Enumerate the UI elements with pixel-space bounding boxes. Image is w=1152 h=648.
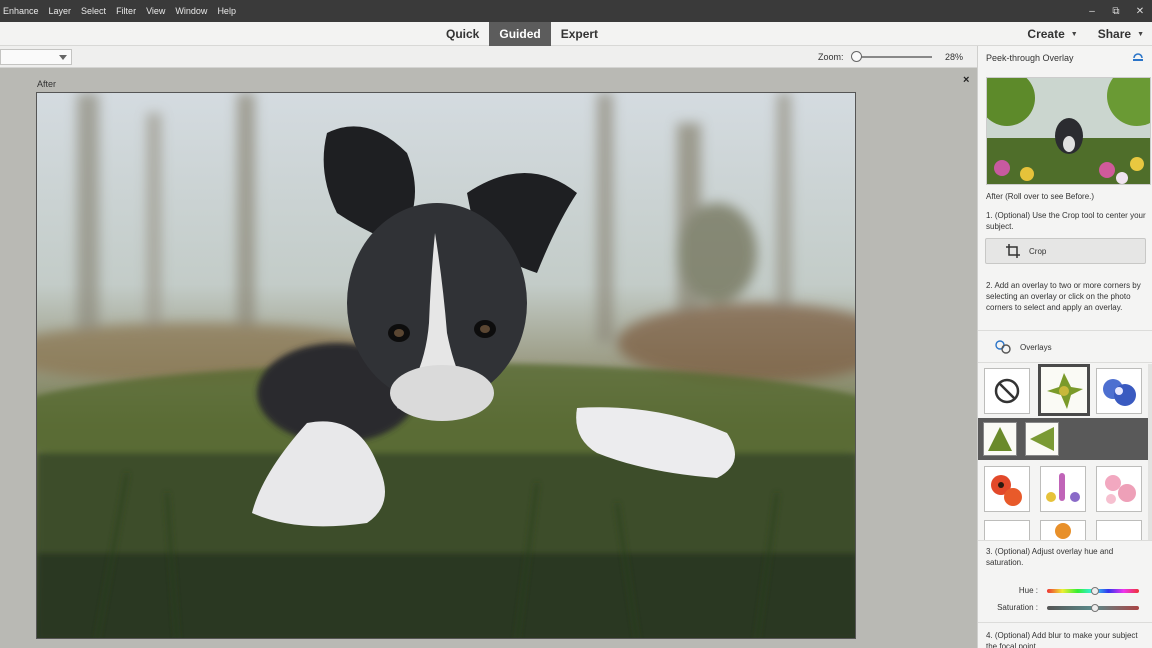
mode-tabs: Quick Guided Expert [436, 22, 608, 46]
restore-icon[interactable]: ⧉ [1104, 0, 1128, 22]
overlay-variant-1[interactable] [983, 422, 1017, 456]
saturation-slider-handle[interactable] [1090, 604, 1099, 612]
minimize-icon[interactable]: – [1080, 0, 1104, 22]
share-button[interactable]: Share ▼ [1086, 27, 1152, 41]
leaf-variant-icon [984, 423, 1016, 455]
mode-bar: Quick Guided Expert Create ▼ Share ▼ [0, 22, 1152, 46]
menu-window[interactable]: Window [172, 6, 214, 16]
step-1-text: 1. (Optional) Use the Crop tool to cente… [986, 211, 1146, 231]
poppies-overlay-icon [991, 475, 1022, 506]
crop-icon [1006, 244, 1020, 258]
menu-view[interactable]: View [143, 6, 172, 16]
view-label: After [37, 79, 57, 89]
zoom-slider-track[interactable] [852, 56, 932, 58]
overlay-preview-thumbnail [987, 78, 1150, 184]
menu-layer[interactable]: Layer [46, 6, 79, 16]
menu-help[interactable]: Help [214, 6, 243, 16]
chevron-down-icon: ▼ [1137, 30, 1144, 38]
zoom-label: Zoom: [818, 52, 844, 62]
create-label: Create [1027, 27, 1065, 41]
overlays-icon [995, 340, 1011, 354]
overlay-variants-row [978, 418, 1148, 460]
view-dropdown[interactable] [0, 49, 72, 65]
overlay-partial-2[interactable] [1040, 520, 1086, 540]
create-button[interactable]: Create ▼ [1015, 27, 1085, 41]
divider [978, 330, 1152, 331]
overlay-variant-2[interactable] [1025, 422, 1059, 456]
menu-items: Enhance Layer Select Filter View Window … [0, 0, 243, 22]
panel-title: Peek-through Overlay [986, 53, 1074, 63]
overlay-wildflowers[interactable] [1040, 466, 1086, 512]
menu-bar: Enhance Layer Select Filter View Window … [0, 0, 1152, 22]
menu-select[interactable]: Select [78, 6, 113, 16]
guided-panel: Peek-through Overlay After (Roll over to… [977, 46, 1152, 648]
window-controls: – ⧉ ✕ [1080, 0, 1152, 22]
close-icon[interactable]: × [963, 74, 969, 86]
overlays-label: Overlays [1020, 342, 1052, 352]
overlay-leaves[interactable] [1038, 364, 1090, 416]
leaves-overlay-icon [1041, 367, 1087, 413]
preview-image[interactable] [986, 77, 1151, 185]
options-bar: Zoom: 28% [0, 46, 977, 68]
wildflowers-overlay-icon [1046, 473, 1080, 502]
menu-enhance[interactable]: Enhance [0, 6, 46, 16]
dropdown-arrow-icon [59, 55, 67, 60]
zoom-value: 28% [945, 52, 964, 62]
leaf-variant-icon [1026, 423, 1058, 455]
step-3-text: 3. (Optional) Adjust overlay hue and sat… [986, 547, 1114, 567]
hue-label: Hue : [1018, 586, 1038, 595]
preview-caption: After (Roll over to see Before.) [986, 192, 1095, 201]
hue-slider-handle[interactable] [1090, 587, 1099, 595]
reset-icon[interactable] [1132, 51, 1144, 63]
close-window-icon[interactable]: ✕ [1128, 0, 1152, 22]
chevron-down-icon: ▼ [1070, 30, 1078, 38]
crop-button[interactable]: Crop [985, 238, 1146, 264]
orange-flower-overlay-icon [1055, 523, 1071, 539]
saturation-label: Saturation : [997, 603, 1038, 612]
overlays-scrollbar[interactable] [1148, 364, 1152, 540]
photo-canvas[interactable] [36, 92, 856, 639]
no-overlay-icon [994, 378, 1020, 404]
overlays-header: Overlays [994, 339, 1052, 355]
canvas-area: After × [0, 68, 977, 648]
tab-quick[interactable]: Quick [436, 22, 489, 46]
overlay-partial-3[interactable] [1096, 520, 1142, 540]
zoom-slider-handle[interactable] [851, 51, 862, 62]
step-2-text: 2. Add an overlay to two or more corners… [986, 281, 1141, 312]
share-label: Share [1097, 27, 1132, 41]
divider [978, 540, 1152, 541]
crop-label: Crop [1029, 246, 1047, 256]
overlay-partial-1[interactable] [984, 520, 1030, 540]
divider [978, 622, 1152, 623]
mode-bar-actions: Create ▼ Share ▼ [1015, 22, 1152, 46]
overlay-blue-flowers[interactable] [1096, 368, 1142, 414]
blue-flowers-overlay-icon [1103, 379, 1136, 406]
overlay-none[interactable] [984, 368, 1030, 414]
pink-blossoms-overlay-icon [1105, 475, 1136, 504]
step-4-text: 4. (Optional) Add blur to make your subj… [986, 631, 1138, 648]
puppy-photo [37, 93, 855, 638]
overlay-pink-blossoms[interactable] [1096, 466, 1142, 512]
tab-expert[interactable]: Expert [551, 22, 608, 46]
overlay-poppies[interactable] [984, 466, 1030, 512]
divider [978, 362, 1152, 363]
menu-filter[interactable]: Filter [113, 6, 143, 16]
tab-guided[interactable]: Guided [489, 22, 551, 46]
